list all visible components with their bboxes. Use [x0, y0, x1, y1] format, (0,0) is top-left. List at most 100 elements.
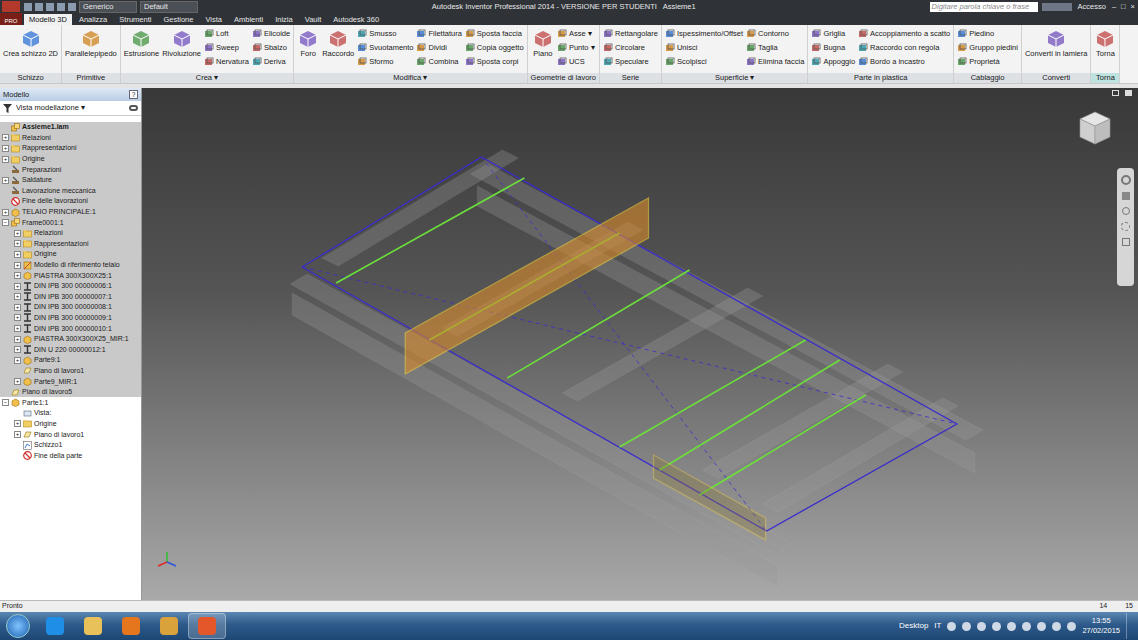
tree-expander[interactable]: + [14, 378, 21, 385]
tree-expander[interactable]: + [14, 230, 21, 237]
window-control[interactable]: × [1131, 1, 1135, 12]
look-icon[interactable] [1122, 238, 1130, 246]
language-indicator[interactable]: IT [934, 620, 941, 632]
tree-expander[interactable] [14, 442, 21, 449]
tree-item[interactable]: +Origine [0, 154, 141, 165]
ribbon-group-label[interactable]: Serie [600, 73, 661, 83]
tree-item[interactable]: +DIN IPB 300 00000009:1 [0, 313, 141, 324]
tree-expander[interactable]: − [2, 399, 9, 406]
tree-item[interactable]: +DIN U 220 00000012:1 [0, 344, 141, 355]
tree-item[interactable]: +Rappresentazioni [0, 143, 141, 154]
tree-item[interactable]: +Modello di riferimento telaio [0, 260, 141, 271]
tree-item[interactable]: −Frame0001:1 [0, 217, 141, 228]
tree-expander[interactable]: + [2, 156, 9, 163]
tree-item[interactable]: Piano di lavoro1 [0, 366, 141, 377]
small-tool-button[interactable]: Ispessimento/Offset [665, 27, 743, 41]
view-select[interactable]: Vista modellazione ▾ [16, 102, 125, 113]
tree-item[interactable]: +TELAIO PRINCIPALE:1 [0, 207, 141, 218]
search-field[interactable]: Digitare parola chiave o frase [930, 2, 1038, 12]
tree-expander[interactable]: + [14, 262, 21, 269]
small-tool-button[interactable]: Piedino [957, 27, 1018, 41]
small-tool-button[interactable]: Circolare [603, 41, 658, 55]
tray-icon[interactable] [1022, 622, 1031, 631]
pan-icon[interactable] [1122, 192, 1130, 200]
tree-expander[interactable] [14, 367, 21, 374]
small-tool-button[interactable]: Accoppiamento a scatto [858, 27, 950, 41]
tree-item[interactable]: +PIASTRA 300X300X25:1 [0, 270, 141, 281]
quick-access-icon[interactable] [35, 3, 43, 11]
tree-expander[interactable]: + [14, 314, 21, 321]
tree-item[interactable]: −Parte1:1 [0, 397, 141, 408]
small-tool-button[interactable]: Unisci [665, 41, 743, 55]
tree-expander[interactable]: + [2, 209, 9, 216]
tree-expander[interactable] [2, 198, 9, 205]
tree-item[interactable]: Assieme1.iam [0, 122, 141, 133]
large-tool-button[interactable]: Raccordo [322, 27, 354, 73]
small-tool-button[interactable]: Sweep [204, 41, 249, 55]
taskbar-app[interactable] [188, 613, 226, 639]
tree-expander[interactable] [14, 410, 21, 417]
viewcube-icon[interactable] [1078, 110, 1112, 146]
small-tool-button[interactable]: Bordo a incastro [858, 55, 950, 69]
taskbar-app[interactable] [112, 613, 150, 639]
small-tool-button[interactable]: Deriva [252, 55, 290, 69]
ribbon-tab[interactable]: Gestione [158, 14, 198, 25]
tree-item[interactable]: Preparazioni [0, 164, 141, 175]
tree-item[interactable]: +Relazioni [0, 228, 141, 239]
small-tool-button[interactable]: Combina [416, 55, 461, 69]
tray-icon[interactable] [1052, 622, 1061, 631]
ribbon-group-label[interactable]: Superficie ▾ [662, 73, 807, 83]
wheel-icon[interactable] [1121, 175, 1131, 185]
tree-item[interactable]: Lavorazione meccanica [0, 186, 141, 197]
start-button[interactable] [6, 614, 30, 638]
large-tool-button[interactable]: Rivoluzione [162, 27, 201, 73]
small-tool-button[interactable]: Raccordo con regola [858, 41, 950, 55]
small-tool-button[interactable]: Svuotamento [357, 41, 413, 55]
tray-icon[interactable] [962, 622, 971, 631]
tree-item[interactable]: +DIN IPB 300 00000008:1 [0, 302, 141, 313]
tree-expander[interactable]: + [14, 272, 21, 279]
large-tool-button[interactable]: Torna [1094, 27, 1116, 73]
help-button[interactable]: ? [129, 90, 138, 99]
taskbar-app[interactable] [74, 613, 112, 639]
tree-expander[interactable]: + [14, 336, 21, 343]
app-menu-button[interactable]: PRO [0, 13, 22, 25]
show-desktop-button[interactable] [1126, 613, 1134, 639]
tree-expander[interactable]: + [14, 420, 21, 427]
small-tool-button[interactable]: Sposta corpi [465, 55, 524, 69]
ribbon-group-label[interactable]: Schizzo [0, 73, 61, 83]
ribbon-tab[interactable]: Strumenti [114, 14, 156, 25]
tray-icon[interactable] [1037, 622, 1046, 631]
clock[interactable]: 13:5527/02/2015 [1082, 616, 1120, 636]
small-tool-button[interactable]: Rettangolare [603, 27, 658, 41]
tree-item[interactable]: Schizzo1 [0, 440, 141, 451]
navigation-bar[interactable] [1117, 168, 1134, 286]
account-button[interactable]: Accesso [1076, 1, 1108, 12]
restore-icon[interactable] [1112, 90, 1119, 96]
ribbon-tab[interactable]: Vista [200, 14, 227, 25]
ribbon-group-label[interactable]: Torna [1091, 73, 1119, 83]
tree-expander[interactable]: + [2, 134, 9, 141]
small-tool-button[interactable]: Smusso [357, 27, 413, 41]
tree-expander[interactable]: + [14, 304, 21, 311]
tree-expander[interactable] [2, 389, 9, 396]
tree-item[interactable]: +Origine [0, 419, 141, 430]
small-tool-button[interactable]: Proprietà [957, 55, 1018, 69]
quick-access-icon[interactable] [68, 3, 76, 11]
tree-expander[interactable]: + [2, 145, 9, 152]
ribbon-group-label[interactable]: Modifica ▾ [294, 73, 526, 83]
ribbon-group-label[interactable]: Parte in plastica [808, 73, 953, 83]
small-tool-button[interactable]: Bugna [811, 41, 855, 55]
small-tool-button[interactable]: Sformo [357, 55, 413, 69]
small-tool-button[interactable]: Elimina faccia [746, 55, 804, 69]
help-tools-icon[interactable] [1042, 3, 1072, 11]
small-tool-button[interactable]: Asse ▾ [557, 27, 595, 41]
desktop-toolbar[interactable]: Desktop [899, 620, 928, 632]
tree-item[interactable]: +Piano di lavoro1 [0, 429, 141, 440]
small-tool-button[interactable]: Appoggio [811, 55, 855, 69]
small-tool-button[interactable]: Copia oggetto [465, 41, 524, 55]
large-tool-button[interactable]: Crea schizzo 2D [3, 27, 58, 73]
ribbon-tab[interactable]: Autodesk 360 [328, 14, 384, 25]
tree-item[interactable]: +DIN IPB 300 00000007:1 [0, 292, 141, 303]
small-tool-button[interactable]: Gruppo piedini [957, 41, 1018, 55]
